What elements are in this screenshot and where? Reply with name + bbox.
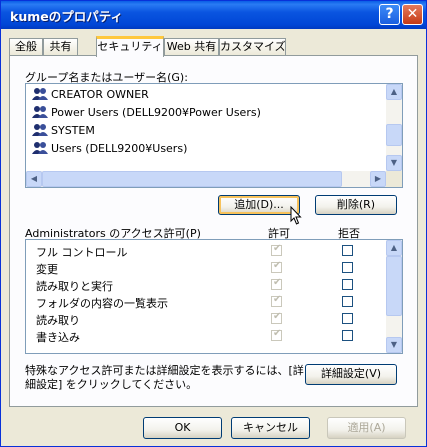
user-group-icon (32, 106, 48, 118)
allow-checkbox[interactable]: ✔ (271, 328, 282, 341)
scrollbar-corner (386, 171, 402, 187)
scroll-thumb[interactable] (386, 256, 402, 316)
help-button[interactable]: ? (379, 4, 400, 25)
scroll-thumb[interactable] (386, 124, 402, 146)
deny-checkbox[interactable] (342, 279, 353, 290)
permission-name: 変更 (36, 263, 58, 276)
remove-button[interactable]: 削除(R) (315, 195, 397, 215)
permission-name: 読み取りと実行 (36, 280, 113, 293)
list-item-label: CREATOR OWNER (51, 88, 149, 101)
user-group-icon (32, 142, 48, 154)
scroll-thumb[interactable] (42, 171, 342, 187)
table-row: フル コントロール ✔ (36, 243, 386, 259)
permission-name: 読み取り (36, 314, 80, 327)
permissions-list: フル コントロール ✔ 変更 ✔ 読み取りと実行 ✔ フォルダの内容の一覧表示 … (25, 239, 403, 354)
permissions-scrollbar[interactable]: ▲ ▼ (386, 240, 402, 353)
tab-sharing[interactable]: 共有 (43, 38, 78, 55)
scroll-down-icon[interactable]: ▼ (386, 337, 402, 353)
tab-web-sharing[interactable]: Web 共有 (164, 38, 219, 55)
properties-dialog: kumeのプロパティ ? ✕ 全般 共有 セキュリティ Web 共有 カスタマイ… (0, 0, 427, 447)
tab-general[interactable]: 全般 (9, 38, 43, 55)
groups-horizontal-scrollbar[interactable]: ◀ ▶ (26, 171, 386, 187)
cancel-button[interactable]: キャンセル (231, 417, 310, 439)
mouse-pointer-icon (290, 206, 302, 225)
table-row: 読み取り ✔ (36, 311, 386, 327)
deny-checkbox[interactable] (342, 313, 353, 324)
allow-checkbox[interactable]: ✔ (271, 311, 282, 324)
deny-checkbox[interactable] (342, 330, 353, 341)
table-row: フォルダの内容の一覧表示 ✔ (36, 294, 386, 310)
allow-checkbox[interactable]: ✔ (271, 294, 282, 307)
scroll-right-icon[interactable]: ▶ (370, 171, 386, 187)
groups-vertical-scrollbar[interactable]: ▲ ▼ (386, 84, 402, 171)
advanced-button[interactable]: 詳細設定(V) (305, 364, 397, 385)
tab-customize[interactable]: カスタマイズ (219, 38, 286, 55)
deny-checkbox[interactable] (342, 245, 353, 256)
allow-checkbox[interactable]: ✔ (271, 260, 282, 273)
ok-button[interactable]: OK (143, 417, 222, 439)
list-item-label: Users (DELL9200¥Users) (51, 142, 188, 155)
advanced-note-line2: 細設定] をクリックしてください。 (25, 378, 198, 391)
table-row: 書き込み ✔ (36, 328, 386, 344)
groups-listbox[interactable]: CREATOR OWNER Power Users (DELL9200¥Powe… (25, 83, 403, 188)
list-item-label: SYSTEM (51, 124, 95, 137)
user-group-icon (32, 88, 48, 100)
scroll-down-icon[interactable]: ▼ (386, 155, 402, 171)
deny-checkbox[interactable] (342, 296, 353, 307)
scroll-left-icon[interactable]: ◀ (26, 171, 42, 187)
close-button[interactable]: ✕ (402, 4, 423, 25)
apply-button[interactable]: 適用(A) (327, 417, 406, 439)
title-bar[interactable]: kumeのプロパティ ? ✕ (1, 1, 426, 29)
user-group-icon (32, 124, 48, 136)
allow-checkbox[interactable]: ✔ (271, 243, 282, 256)
scroll-up-icon[interactable]: ▲ (386, 84, 402, 100)
tab-security[interactable]: セキュリティ (96, 36, 164, 57)
security-panel: グループ名またはユーザー名(G): CREATOR OWNER Power Us… (9, 55, 418, 407)
deny-checkbox[interactable] (342, 262, 353, 273)
list-item-label: Power Users (DELL9200¥Power Users) (51, 106, 261, 119)
permission-name: フル コントロール (36, 246, 128, 259)
table-row: 読み取りと実行 ✔ (36, 277, 386, 293)
allow-checkbox[interactable]: ✔ (271, 277, 282, 290)
permission-name: 書き込み (36, 331, 80, 344)
permission-name: フォルダの内容の一覧表示 (36, 297, 168, 310)
table-row: 変更 ✔ (36, 260, 386, 276)
scroll-up-icon[interactable]: ▲ (386, 240, 402, 256)
add-button[interactable]: 追加(D)... (218, 195, 300, 215)
window-title: kumeのプロパティ (10, 9, 123, 24)
